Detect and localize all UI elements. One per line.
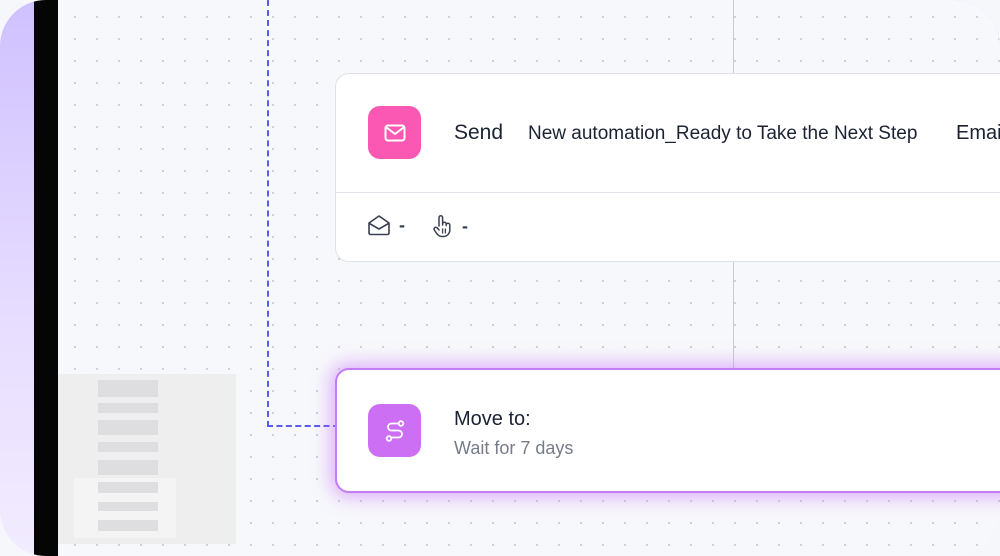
branch-connector-vertical [267,0,269,427]
placeholder-line [98,482,158,493]
route-icon [385,419,404,442]
placeholder-line [98,403,158,413]
placeholder-line [98,502,158,511]
move-step-title: Move to: [454,408,531,430]
placeholder-line [98,460,158,475]
card-divider [336,192,1000,193]
app-frame: Send New automation_Ready to Take the Ne… [0,0,1000,556]
email-name[interactable]: New automation_Ready to Take the Next St… [528,123,917,145]
send-email-step-card[interactable]: Send New automation_Ready to Take the Ne… [335,73,1000,262]
send-step-icon-box [368,106,421,159]
mail-icon [384,124,405,141]
placeholder-line [98,420,158,435]
connector-line-top [733,0,734,73]
opens-stat: - [367,214,405,236]
opens-value: - [399,214,405,235]
envelope-open-icon [368,215,390,236]
connector-line-middle [733,262,734,368]
step-action-label: Send [454,121,504,144]
pointer-hand-icon [433,214,451,238]
loading-placeholder [58,374,236,544]
placeholder-line [98,380,158,397]
placeholder-line [98,520,158,531]
move-step-subtitle: Wait for 7 days [454,438,574,458]
side-edge [34,0,58,556]
branch-connector-horizontal [267,425,339,427]
move-step-icon-box [368,404,421,457]
step-type-label: Emai [956,122,1000,144]
move-to-step-card[interactable]: Move to: Wait for 7 days [335,368,1000,493]
placeholder-line [98,442,158,452]
clicks-stat: - [432,214,468,238]
clicks-value: - [462,215,468,236]
